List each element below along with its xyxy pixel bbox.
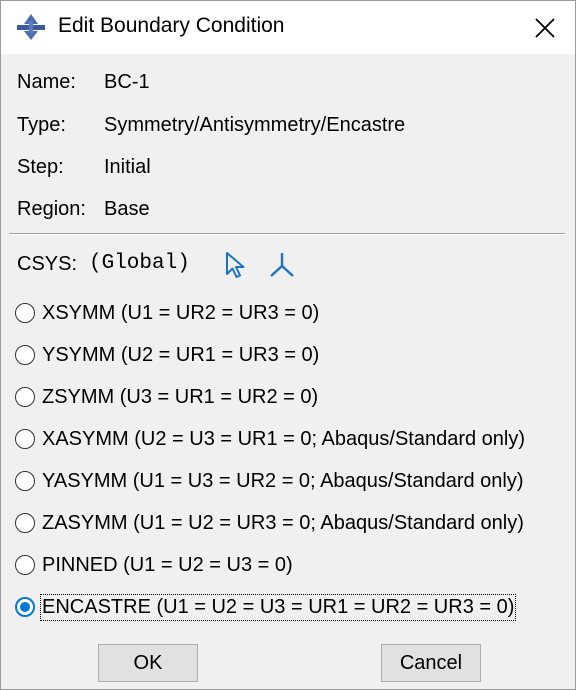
option-pinned[interactable]: PINNED (U1 = U2 = U3 = 0) bbox=[15, 550, 293, 580]
radio-button[interactable] bbox=[15, 345, 35, 365]
title-bar[interactable]: Edit Boundary Condition bbox=[1, 1, 575, 54]
option-zsymm[interactable]: ZSYMM (U3 = UR1 = UR2 = 0) bbox=[15, 382, 318, 412]
option-encastre[interactable]: ENCASTRE (U1 = U2 = U3 = UR1 = UR2 = UR3… bbox=[15, 592, 517, 622]
option-label: PINNED (U1 = U2 = U3 = 0) bbox=[42, 553, 293, 576]
radio-button[interactable] bbox=[15, 471, 35, 491]
option-label: ENCASTRE (U1 = U2 = U3 = UR1 = UR2 = UR3… bbox=[39, 593, 517, 621]
name-label: Name: bbox=[17, 71, 76, 93]
close-icon bbox=[535, 17, 555, 38]
radio-button[interactable] bbox=[15, 387, 35, 407]
radio-button[interactable] bbox=[15, 429, 35, 449]
option-label: ZASYMM (U1 = U2 = UR3 = 0; Abaqus/Standa… bbox=[42, 511, 524, 534]
type-value: Symmetry/Antisymmetry/Encastre bbox=[104, 114, 406, 136]
radio-button[interactable] bbox=[15, 303, 35, 323]
csys-label: CSYS: bbox=[17, 253, 78, 275]
select-arrow-icon[interactable] bbox=[223, 250, 249, 280]
option-zasymm[interactable]: ZASYMM (U1 = U2 = UR3 = 0; Abaqus/Standa… bbox=[15, 508, 524, 538]
step-value: Initial bbox=[104, 156, 151, 178]
option-label: ZSYMM (U3 = UR1 = UR2 = 0) bbox=[42, 385, 319, 408]
name-value: BC-1 bbox=[104, 71, 150, 93]
option-xsymm[interactable]: XSYMM (U1 = UR2 = UR3 = 0) bbox=[15, 298, 319, 328]
region-value: Base bbox=[104, 198, 150, 220]
ok-button[interactable]: OK bbox=[98, 644, 198, 682]
close-button[interactable] bbox=[515, 1, 575, 54]
csys-value: (Global) bbox=[89, 252, 190, 275]
type-label: Type: bbox=[17, 114, 66, 136]
region-label: Region: bbox=[17, 198, 86, 220]
option-label: YSYMM (U2 = UR1 = UR3 = 0) bbox=[42, 343, 320, 366]
option-yasymm[interactable]: YASYMM (U1 = U3 = UR2 = 0; Abaqus/Standa… bbox=[15, 466, 524, 496]
option-label: XASYMM (U2 = U3 = UR1 = 0; Abaqus/Standa… bbox=[42, 427, 526, 450]
cancel-button[interactable]: Cancel bbox=[381, 644, 481, 682]
divider bbox=[9, 233, 565, 235]
radio-button[interactable] bbox=[15, 513, 35, 533]
edit-boundary-condition-dialog: Edit Boundary Condition Name: BC-1 Type:… bbox=[0, 0, 576, 690]
option-ysymm[interactable]: YSYMM (U2 = UR1 = UR3 = 0) bbox=[15, 340, 319, 370]
coordinate-system-icon[interactable] bbox=[267, 250, 297, 280]
option-xasymm[interactable]: XASYMM (U2 = U3 = UR1 = 0; Abaqus/Standa… bbox=[15, 424, 525, 454]
radio-button-selected[interactable] bbox=[15, 597, 35, 617]
option-label: XSYMM (U1 = UR2 = UR3 = 0) bbox=[42, 301, 320, 324]
window-title: Edit Boundary Condition bbox=[58, 14, 285, 37]
radio-button[interactable] bbox=[15, 555, 35, 575]
option-label: YASYMM (U1 = U3 = UR2 = 0; Abaqus/Standa… bbox=[42, 469, 524, 492]
abaqus-dialog-icon bbox=[17, 14, 45, 40]
step-label: Step: bbox=[17, 156, 64, 178]
